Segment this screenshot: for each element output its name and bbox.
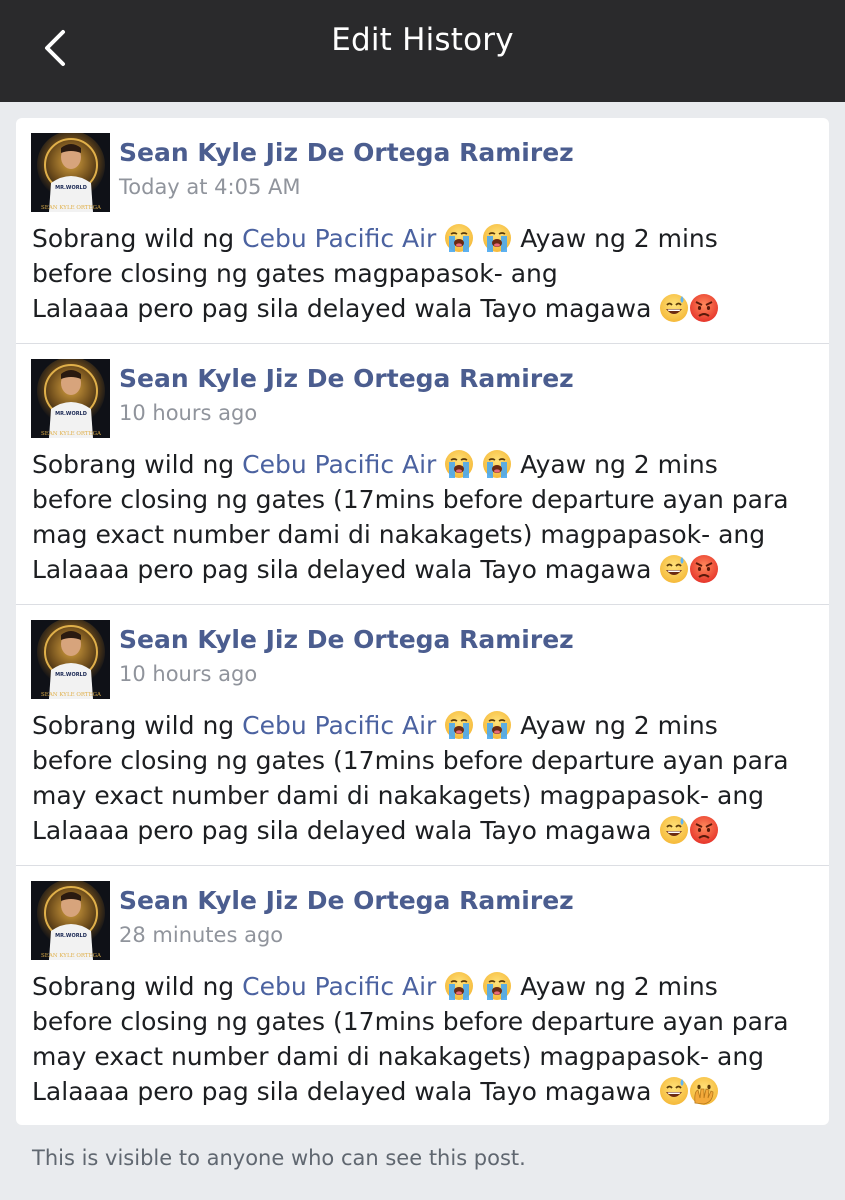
history-entry: MR.WORLD SEAN KYLE ORTEGA Sean Kyle Jiz … <box>16 604 829 865</box>
post-text-segment: Ayaw ng 2 mins <box>520 450 718 479</box>
avatar[interactable]: MR.WORLD SEAN KYLE ORTEGA <box>31 133 110 212</box>
post-text-segment: Lalaaaa pero pag sila delayed wala Tayo … <box>32 816 652 845</box>
post-text-segment: Lalaaaa pero pag sila delayed wala Tayo … <box>32 1077 652 1106</box>
author-name[interactable]: Sean Kyle Jiz De Ortega Ramirez <box>119 625 574 654</box>
post-text-segment: before closing ng gates (17mins before d… <box>32 485 789 514</box>
history-entry: MR.WORLD SEAN KYLE ORTEGA Sean Kyle Jiz … <box>16 865 829 1125</box>
angry-face-emoji <box>689 554 719 584</box>
page-title: Edit History <box>331 22 514 58</box>
post-text-segment: before closing ng gates (17mins before d… <box>32 746 789 775</box>
edit-history-list: MR.WORLD SEAN KYLE ORTEGA Sean Kyle Jiz … <box>16 118 829 1125</box>
post-text-segment: Sobrang wild ng <box>32 972 243 1001</box>
page-link[interactable]: Cebu Pacific Air <box>242 711 436 740</box>
author-name[interactable]: Sean Kyle Jiz De Ortega Ramirez <box>119 886 574 915</box>
grinning-sweat-emoji <box>659 815 689 845</box>
avatar-shirt-text: MR.WORLD <box>55 185 87 191</box>
timestamp[interactable]: 10 hours ago <box>119 662 257 686</box>
avatar[interactable]: MR.WORLD SEAN KYLE ORTEGA <box>31 881 110 960</box>
loudly-crying-emoji <box>482 449 512 479</box>
grinning-sweat-emoji <box>659 554 689 584</box>
avatar-shirt-text: MR.WORLD <box>55 411 87 417</box>
post-text-segment: Lalaaaa pero pag sila delayed wala Tayo … <box>32 294 652 323</box>
avatar-name-text: SEAN KYLE ORTEGA <box>41 431 102 437</box>
post-text-segment: Sobrang wild ng <box>32 224 243 253</box>
timestamp[interactable]: 10 hours ago <box>119 401 257 425</box>
page-link[interactable]: Cebu Pacific Air <box>242 450 436 479</box>
angry-face-emoji <box>689 815 719 845</box>
post-text-segment: Ayaw ng 2 mins <box>520 224 718 253</box>
page-link[interactable]: Cebu Pacific Air <box>242 972 436 1001</box>
post-text: Sobrang wild ng Cebu Pacific Air Ayaw ng… <box>32 447 822 587</box>
loudly-crying-emoji <box>444 449 474 479</box>
post-text-segment: mag exact number dami di nakakagets) mag… <box>32 520 766 549</box>
avatar[interactable]: MR.WORLD SEAN KYLE ORTEGA <box>31 620 110 699</box>
loudly-crying-emoji <box>482 710 512 740</box>
avatar[interactable]: MR.WORLD SEAN KYLE ORTEGA <box>31 359 110 438</box>
history-entry: MR.WORLD SEAN KYLE ORTEGA Sean Kyle Jiz … <box>16 118 829 343</box>
face-with-hand-over-mouth-emoji <box>689 1076 719 1106</box>
post-text-segment: may exact number dami di nakakagets) mag… <box>32 1042 765 1071</box>
history-entry: MR.WORLD SEAN KYLE ORTEGA Sean Kyle Jiz … <box>16 343 829 604</box>
visibility-note: This is visible to anyone who can see th… <box>32 1146 526 1170</box>
post-text-segment: Sobrang wild ng <box>32 450 243 479</box>
avatar-name-text: SEAN KYLE ORTEGA <box>41 692 102 698</box>
avatar-shirt-text: MR.WORLD <box>55 933 87 939</box>
loudly-crying-emoji <box>482 223 512 253</box>
avatar-name-text: SEAN KYLE ORTEGA <box>41 953 102 959</box>
post-text-segment: may exact number dami di nakakagets) mag… <box>32 781 765 810</box>
avatar-shirt-text: MR.WORLD <box>55 672 87 678</box>
grinning-sweat-emoji <box>659 1076 689 1106</box>
post-text-segment: Ayaw ng 2 mins <box>520 972 718 1001</box>
loudly-crying-emoji <box>444 223 474 253</box>
author-name[interactable]: Sean Kyle Jiz De Ortega Ramirez <box>119 138 574 167</box>
grinning-sweat-emoji <box>659 293 689 323</box>
post-text-segment: before closing ng gates (17mins before d… <box>32 1007 789 1036</box>
page-link[interactable]: Cebu Pacific Air <box>242 224 436 253</box>
post-text: Sobrang wild ng Cebu Pacific Air Ayaw ng… <box>32 708 822 848</box>
post-text-segment: before closing ng gates magpapasok- ang <box>32 259 558 288</box>
timestamp[interactable]: Today at 4:05 AM <box>119 175 301 199</box>
author-name[interactable]: Sean Kyle Jiz De Ortega Ramirez <box>119 364 574 393</box>
angry-face-emoji <box>689 293 719 323</box>
loudly-crying-emoji <box>482 971 512 1001</box>
top-nav-bar: Edit History <box>0 0 845 102</box>
post-text-segment: Lalaaaa pero pag sila delayed wala Tayo … <box>32 555 652 584</box>
post-text: Sobrang wild ng Cebu Pacific Air Ayaw ng… <box>32 969 822 1109</box>
avatar-name-text: SEAN KYLE ORTEGA <box>41 205 102 211</box>
loudly-crying-emoji <box>444 710 474 740</box>
post-text-segment: Ayaw ng 2 mins <box>520 711 718 740</box>
post-text-segment: Sobrang wild ng <box>32 711 243 740</box>
timestamp[interactable]: 28 minutes ago <box>119 923 283 947</box>
post-text: Sobrang wild ng Cebu Pacific Air Ayaw ng… <box>32 221 822 326</box>
loudly-crying-emoji <box>444 971 474 1001</box>
